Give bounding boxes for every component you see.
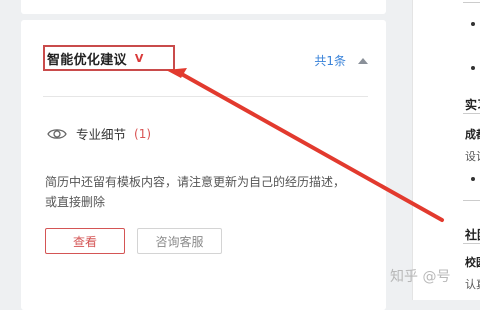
suggestion-group: 专业细节 (1) [47, 124, 151, 143]
suggestion-description: 简历中还留有模板内容，请注意更新为自己的经历描述，或直接删除 [45, 175, 346, 209]
section-underline [463, 243, 480, 244]
section-underline [463, 113, 480, 114]
eye-icon [47, 128, 67, 139]
chevron-up-icon [358, 57, 368, 64]
bullet-dot [471, 22, 475, 26]
preview-line: 认真 [465, 278, 480, 291]
group-label: 专业细节 [76, 127, 127, 142]
group-count: (1) [134, 126, 152, 141]
resume-preview-panel: 实习 成都 设计 社团 校园 认真 [412, 0, 480, 300]
divider [43, 96, 368, 97]
title-highlight-box: 智能优化建议 V [43, 45, 175, 71]
suggestion-card: 智能优化建议 V 共1条 专业细节 (1) 简历中还留有模板内容，请注意更新为自… [21, 20, 386, 310]
vip-badge-icon: V [134, 51, 144, 65]
watermark: 知乎 @号 [390, 269, 451, 285]
bullet-dot [471, 66, 475, 70]
suggestion-count: 共1条 [314, 54, 346, 68]
suggestion-header[interactable]: 智能优化建议 V 共1条 [21, 20, 386, 94]
preview-line: 成都 [465, 128, 480, 141]
preview-line: 校园 [465, 256, 480, 269]
text-fragment-line [463, 200, 480, 201]
suggestion-title: 智能优化建议 [47, 52, 127, 68]
previous-card [21, 0, 386, 14]
text-fragment-line [463, 2, 480, 3]
collapse-toggle[interactable]: 共1条 [314, 52, 368, 69]
consult-button[interactable]: 咨询客服 [137, 228, 222, 254]
view-button[interactable]: 查看 [45, 228, 125, 254]
preview-section-heading: 社团 [465, 228, 480, 242]
preview-line: 设计 [465, 150, 480, 163]
preview-section-heading: 实习 [465, 98, 480, 112]
bullet-dot [471, 177, 475, 181]
